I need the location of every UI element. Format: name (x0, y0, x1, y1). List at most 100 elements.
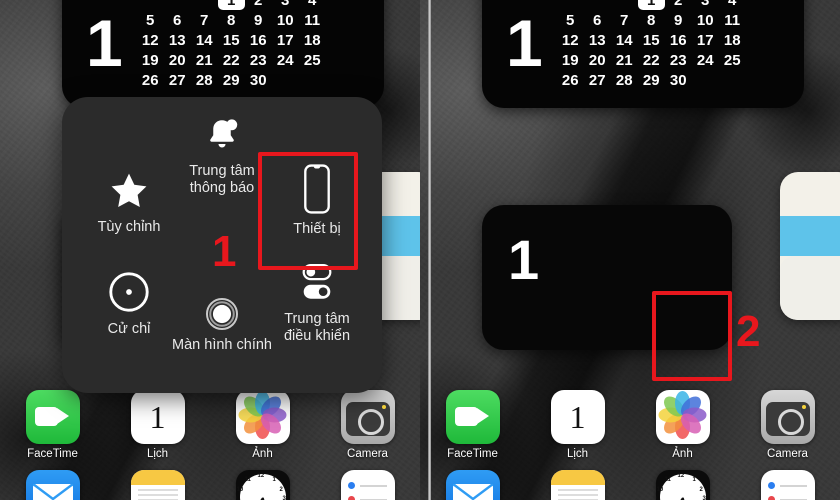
panel-divider (428, 0, 431, 500)
calendar-widget-day: 1 (86, 6, 123, 80)
home-ring-icon (205, 297, 239, 331)
calendar-widget-grid: 0001234567891011121314151617181920212223… (137, 0, 326, 90)
camera-icon[interactable] (340, 390, 395, 444)
calendar-day: 15 (222, 32, 240, 49)
calendar-day: 3 (281, 0, 290, 9)
camera-icon[interactable] (760, 390, 815, 444)
calendar-day: 16 (669, 32, 687, 49)
calendar-day: 13 (168, 32, 186, 49)
calendar-icon[interactable]: 1 (550, 390, 605, 444)
tutorial-screenshot: 1 00012345678910111213141516171819202122… (0, 0, 840, 500)
clock-icon[interactable]: 121234567891011 (655, 470, 710, 500)
app-row-2: 121234567891011 (420, 470, 840, 500)
facetime-icon[interactable] (445, 390, 500, 444)
calendar-day: 1 (637, 0, 665, 10)
calendar-day: 24 (696, 52, 714, 69)
app-clock[interactable]: 121234567891011 (226, 470, 300, 500)
calendar-day: 11 (304, 12, 321, 29)
app-label: Ảnh (252, 448, 273, 460)
calendar-day: 14 (615, 32, 633, 49)
app-calendar[interactable]: 1 Lịch (541, 390, 615, 460)
app-clock[interactable]: 121234567891011 (646, 470, 720, 500)
mail-icon[interactable] (25, 470, 80, 500)
app-label: FaceTime (27, 448, 78, 460)
reminders-icon[interactable] (340, 470, 395, 500)
calendar-day: 28 (195, 72, 213, 89)
menu-item-label: Tùy chỉnh (97, 219, 161, 235)
calendar-day: 26 (561, 72, 579, 89)
notes-icon[interactable] (130, 470, 185, 500)
menu-item-custom[interactable]: Tùy chỉnh (70, 169, 188, 236)
app-camera[interactable]: Camera (751, 390, 825, 460)
app-notes[interactable] (121, 470, 195, 500)
calendar-day: 8 (227, 12, 236, 29)
app-photos[interactable]: Ảnh (226, 390, 300, 460)
app-label: Ảnh (672, 448, 693, 460)
calendar-day: 11 (724, 12, 741, 29)
app-photos[interactable]: Ảnh (646, 390, 720, 460)
menu-item-label: Cử chỉ (107, 321, 151, 337)
calendar-day: 7 (620, 12, 629, 29)
photos-icon[interactable] (655, 390, 710, 444)
calendar-day: 22 (222, 52, 240, 69)
calendar-day: 2 (254, 0, 263, 9)
step-number-2: 2 (736, 307, 761, 356)
left-phone-screen: 1 00012345678910111213141516171819202122… (0, 0, 420, 500)
calendar-day: 12 (561, 32, 579, 49)
secondary-widget-number: 1 (508, 228, 539, 291)
calendar-day: 29 (222, 72, 240, 89)
calendar-day: 9 (254, 12, 263, 29)
app-label: Camera (347, 448, 388, 460)
calendar-day: 30 (249, 72, 267, 89)
app-mail[interactable] (436, 470, 510, 500)
calendar-widget-day: 1 (506, 6, 543, 80)
calendar-day: 20 (168, 52, 186, 69)
calendar-day: 17 (696, 32, 714, 49)
calendar-day: 8 (647, 12, 656, 29)
app-facetime[interactable]: FaceTime (16, 390, 90, 460)
calendar-day: 1 (217, 0, 245, 10)
calendar-day: 19 (141, 52, 159, 69)
calendar-day: 6 (173, 12, 182, 29)
calendar-day: 2 (674, 0, 683, 9)
calendar-day: 27 (588, 72, 606, 89)
calendar-widget[interactable]: 1 00012345678910111213141516171819202122… (482, 0, 804, 108)
side-app-widget[interactable] (780, 172, 840, 320)
highlight-box-device (258, 152, 358, 270)
highlight-box-more (652, 291, 732, 381)
calendar-day: 28 (615, 72, 633, 89)
calendar-day: 18 (723, 32, 741, 49)
calendar-day: 16 (249, 32, 267, 49)
calendar-day: 14 (195, 32, 213, 49)
mail-icon[interactable] (445, 470, 500, 500)
app-notes[interactable] (541, 470, 615, 500)
app-calendar[interactable]: 1 Lịch (121, 390, 195, 460)
star-icon (107, 169, 151, 213)
app-mail[interactable] (16, 470, 90, 500)
calendar-day: 22 (642, 52, 660, 69)
app-reminders[interactable] (331, 470, 405, 500)
calendar-widget-grid: 0001234567891011121314151617181920212223… (557, 0, 746, 90)
calendar-widget[interactable]: 1 00012345678910111213141516171819202122… (62, 0, 384, 108)
clock-icon[interactable]: 121234567891011 (235, 470, 290, 500)
calendar-day: 18 (303, 32, 321, 49)
app-row-2: 121234567891011 (0, 470, 420, 500)
photos-icon[interactable] (235, 390, 290, 444)
calendar-day: 5 (146, 12, 155, 29)
calendar-icon[interactable]: 1 (130, 390, 185, 444)
app-reminders[interactable] (751, 470, 825, 500)
facetime-icon[interactable] (25, 390, 80, 444)
menu-item-home[interactable]: Màn hình chính (150, 297, 294, 354)
calendar-day: 6 (593, 12, 602, 29)
app-label: Lịch (566, 448, 589, 460)
calendar-day: 5 (566, 12, 575, 29)
calendar-day: 24 (276, 52, 294, 69)
app-facetime[interactable]: FaceTime (436, 390, 510, 460)
menu-item-label: Màn hình chính (172, 337, 272, 353)
app-row-1: FaceTime 1 Lịch Ảnh Camera (0, 390, 420, 460)
notes-icon[interactable] (550, 470, 605, 500)
reminders-icon[interactable] (760, 470, 815, 500)
app-camera[interactable]: Camera (331, 390, 405, 460)
calendar-day: 17 (276, 32, 294, 49)
calendar-day: 3 (701, 0, 710, 9)
